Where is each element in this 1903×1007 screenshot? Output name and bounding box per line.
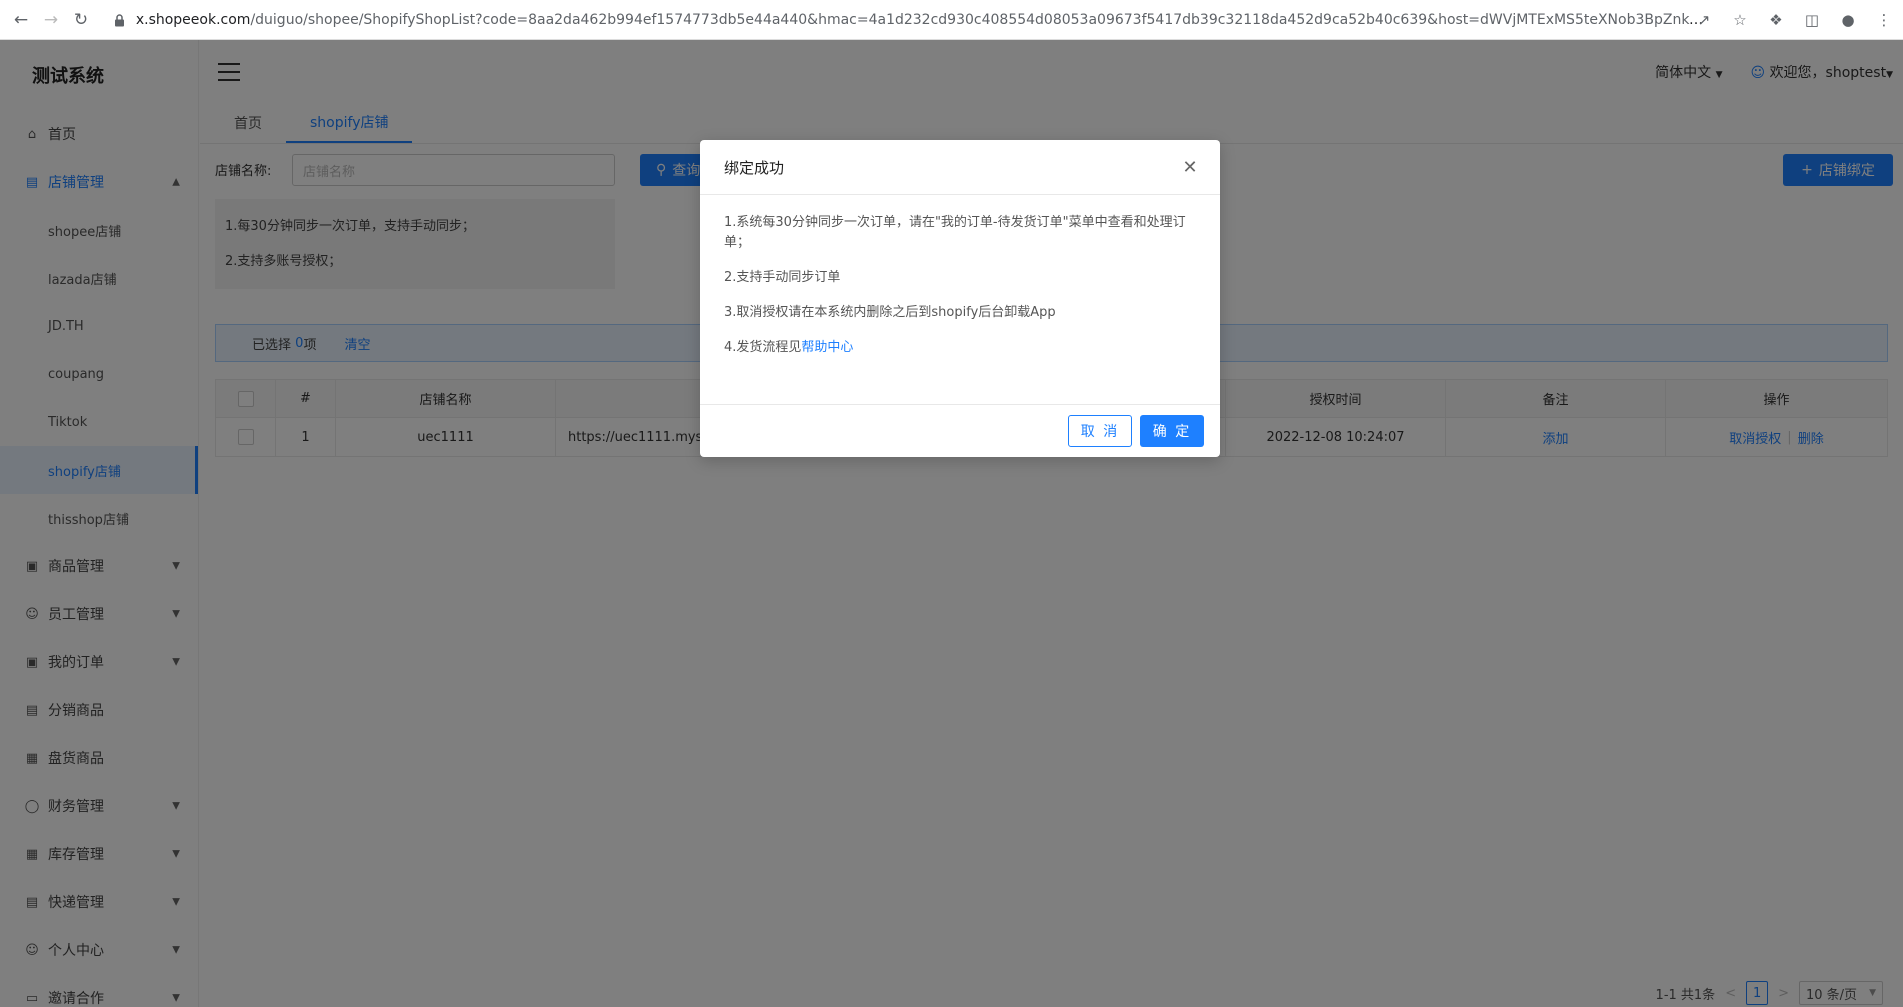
dialog-body: 1.系统每30分钟同步一次订单，请在"我的订单-待发货订单"菜单中查看和处理订单… — [700, 195, 1220, 405]
lock-icon — [112, 12, 128, 28]
back-icon[interactable]: ← — [8, 7, 34, 33]
reload-icon[interactable]: ↻ — [68, 7, 94, 33]
dialog-line: 2.支持手动同步订单 — [724, 270, 841, 285]
share-icon[interactable]: ↗ — [1691, 7, 1717, 33]
browser-menu-icon[interactable]: ⋮ — [1871, 7, 1897, 33]
sidepanel-icon[interactable]: ◫ — [1799, 7, 1825, 33]
forward-icon[interactable]: → — [38, 7, 64, 33]
dialog-title: 绑定成功 — [724, 158, 785, 177]
browser-actions: ↗ ☆ ❖ ◫ ● ⋮ — [1691, 7, 1897, 33]
dialog-line: 1.系统每30分钟同步一次订单，请在"我的订单-待发货订单"菜单中查看和处理订单… — [724, 215, 1186, 250]
url-text: x.shopeeok.com/duiguo/shopee/ShopifyShop… — [135, 12, 1708, 28]
close-icon[interactable]: ✕ — [1180, 157, 1200, 178]
browser-toolbar: ← → ↻ x.shopeeok.com/duiguo/shopee/Shopi… — [0, 0, 1903, 40]
bookmark-star-icon[interactable]: ☆ — [1727, 7, 1753, 33]
dialog-line: 4.发货流程见帮助中心 — [724, 340, 854, 355]
extensions-icon[interactable]: ❖ — [1763, 7, 1789, 33]
confirm-button[interactable]: 确 定 — [1140, 415, 1204, 447]
cancel-button[interactable]: 取 消 — [1068, 415, 1132, 447]
dialog-header: 绑定成功 ✕ — [700, 140, 1220, 195]
address-bar[interactable]: x.shopeeok.com/duiguo/shopee/ShopifyShop… — [108, 5, 1708, 35]
dialog-footer: 取 消 确 定 — [700, 404, 1220, 457]
help-center-link[interactable]: 帮助中心 — [801, 340, 853, 355]
bind-success-dialog: 绑定成功 ✕ 1.系统每30分钟同步一次订单，请在"我的订单-待发货订单"菜单中… — [700, 140, 1220, 457]
profile-icon[interactable]: ● — [1835, 7, 1861, 33]
dialog-line: 3.取消授权请在本系统内删除之后到shopify后台卸载App — [724, 305, 1056, 320]
